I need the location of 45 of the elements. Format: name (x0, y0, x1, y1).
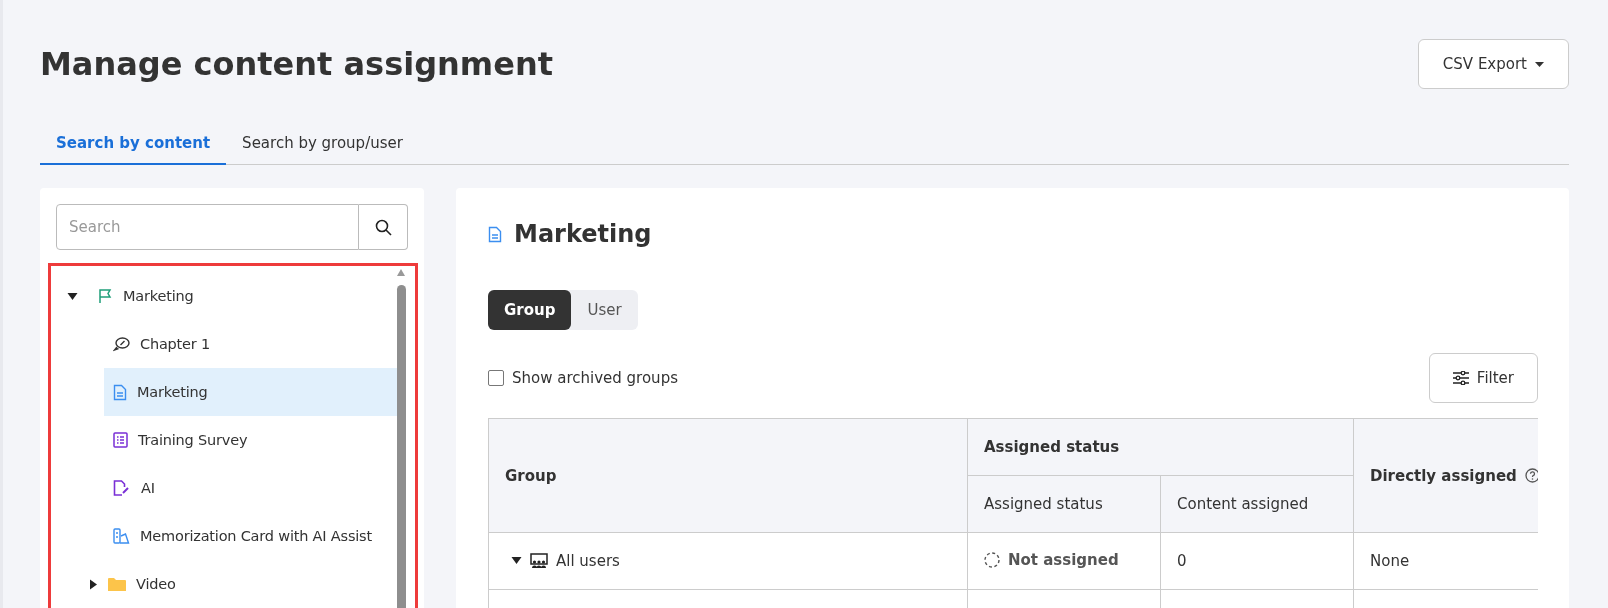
column-header: Group (488, 418, 968, 533)
sliders-icon (1452, 371, 1469, 385)
search-button[interactable] (359, 204, 408, 250)
table-cell: 0 (1160, 532, 1354, 590)
document-icon (113, 383, 127, 401)
tree-item[interactable]: Training Survey (104, 416, 400, 464)
scrollbar[interactable] (397, 269, 406, 608)
caret-icon (1535, 61, 1544, 67)
folder-icon (108, 576, 126, 592)
document-icon (488, 225, 502, 243)
filter-button[interactable]: Filter (1428, 353, 1538, 403)
content-title: Marketing (514, 220, 652, 248)
checkbox[interactable] (488, 370, 504, 386)
search-field[interactable]: Search (56, 204, 359, 250)
checklist-icon (113, 432, 128, 448)
collapsed-caret-icon[interactable] (87, 578, 99, 590)
tree-item[interactable]: Marketing (104, 368, 400, 416)
column-header: Assigned status (967, 418, 1354, 476)
status-cell: Not assigned (967, 532, 1161, 590)
speech-bubble-icon (113, 336, 130, 352)
dashed-circle-icon (984, 551, 1000, 568)
cards-icon (113, 528, 130, 544)
segment-button[interactable]: User (571, 290, 638, 330)
column-header: Assigned status (967, 475, 1161, 533)
expanded-caret-icon[interactable] (66, 290, 78, 302)
checkbox-label: Show archived groups (512, 369, 678, 387)
group-icon (530, 553, 548, 569)
expanded-caret-icon[interactable] (511, 555, 522, 566)
column-header: Content assigned (1160, 475, 1354, 533)
tab[interactable]: Search by content (40, 126, 227, 165)
table-cell: All users (488, 532, 968, 590)
tree-item[interactable]: Video (104, 560, 400, 608)
segment-button[interactable]: Group (488, 290, 572, 330)
page-title: Manage content assignment (40, 45, 553, 83)
edit-document-icon (113, 480, 131, 496)
csv-export-button[interactable]: CSV Export (1417, 39, 1569, 89)
tab[interactable]: Search by group/user (226, 126, 419, 165)
tree-item[interactable]: AI (104, 464, 400, 512)
help-icon[interactable] (1524, 468, 1538, 483)
tree-item[interactable]: Chapter 1 (104, 320, 400, 368)
column-header: Directly assigned (1353, 418, 1538, 533)
search-icon (374, 218, 392, 236)
tree-item[interactable]: Memorization Card with AI Assist (104, 512, 400, 560)
flag-icon (97, 288, 113, 304)
tree-item[interactable]: Marketing (58, 272, 400, 320)
